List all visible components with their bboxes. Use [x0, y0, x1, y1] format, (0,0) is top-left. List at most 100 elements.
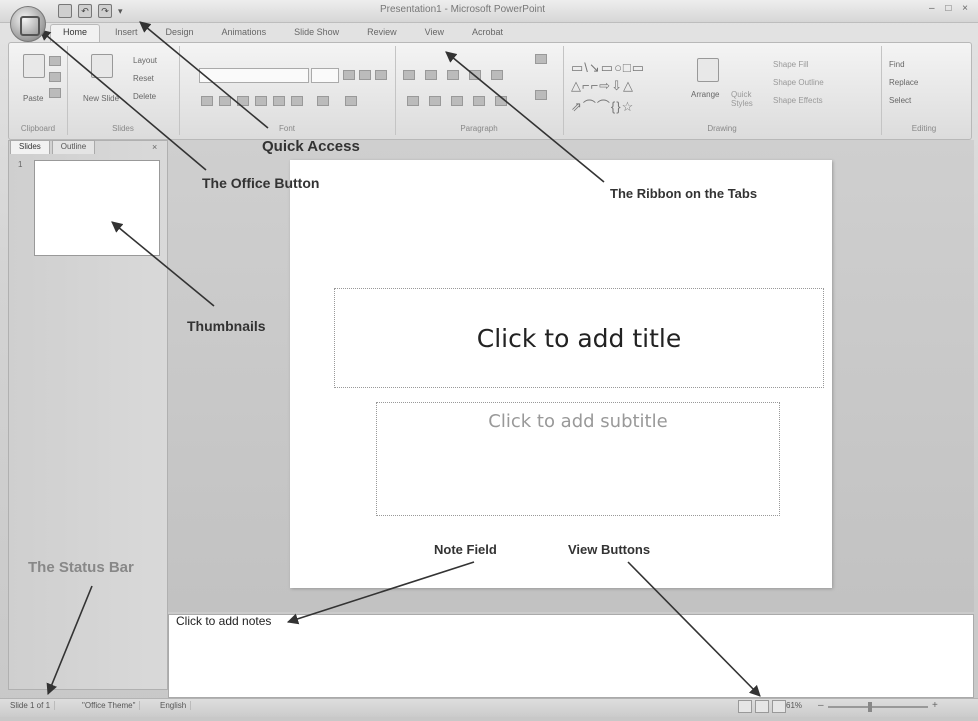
redo-icon[interactable]: ↷ — [98, 4, 112, 18]
ribbon-tabs: Home Insert Design Animations Slide Show… — [50, 24, 516, 42]
zoom-in-icon[interactable]: + — [932, 700, 938, 711]
align-right-icon[interactable] — [451, 96, 463, 106]
arrange-icon[interactable] — [697, 58, 719, 82]
tab-insert[interactable]: Insert — [102, 24, 151, 42]
tab-view[interactable]: View — [412, 24, 457, 42]
underline-icon[interactable] — [237, 96, 249, 106]
italic-icon[interactable] — [219, 96, 231, 106]
paragraph-label: Paragraph — [460, 124, 498, 133]
tab-slides[interactable]: Slides — [10, 140, 50, 154]
customize-icon[interactable]: ▾ — [118, 6, 123, 17]
slide-sorter-view-button[interactable] — [755, 700, 769, 713]
clipboard-label: Clipboard — [20, 124, 56, 133]
paragraph-group: Paragraph — [395, 46, 564, 135]
shape-effects-button[interactable]: Shape Effects — [773, 96, 823, 105]
reset-button[interactable]: Reset — [133, 74, 154, 83]
quick-styles-button[interactable]: Quick Styles — [731, 90, 761, 108]
change-case-icon[interactable] — [317, 96, 329, 106]
increase-indent-icon[interactable] — [469, 70, 481, 80]
shapes-gallery-row1[interactable]: ▭\↘▭○□▭ — [571, 60, 645, 76]
line-spacing-icon[interactable] — [491, 70, 503, 80]
undo-icon[interactable]: ↶ — [78, 4, 92, 18]
shapes-gallery-row3[interactable]: ⇗⌒⌒{}☆ — [571, 96, 634, 115]
smartart-icon[interactable] — [535, 90, 547, 100]
zoom-level[interactable]: 61% — [786, 701, 802, 710]
close-icon[interactable]: × — [152, 142, 157, 152]
clear-format-icon[interactable] — [375, 70, 387, 80]
zoom-slider-handle[interactable] — [868, 702, 872, 712]
annotation-ribbon: The Ribbon on the Tabs — [610, 186, 758, 201]
tab-design[interactable]: Design — [153, 24, 207, 42]
tab-outline[interactable]: Outline — [51, 140, 96, 154]
tab-acrobat[interactable]: Acrobat — [459, 24, 516, 42]
justify-icon[interactable] — [473, 96, 485, 106]
grow-font-icon[interactable] — [343, 70, 355, 80]
find-button[interactable]: Find — [889, 60, 905, 69]
cut-icon[interactable] — [49, 56, 61, 66]
font-label: Font — [278, 124, 295, 133]
zoom-slider[interactable] — [828, 706, 928, 708]
char-spacing-icon[interactable] — [291, 96, 303, 106]
format-painter-icon[interactable] — [49, 88, 61, 98]
ribbon: Paste Clipboard New Slide Layout Reset D… — [8, 42, 972, 140]
slide-thumbnail[interactable] — [34, 160, 160, 256]
tab-home[interactable]: Home — [50, 24, 101, 42]
notes-placeholder[interactable]: Click to add notes — [176, 614, 271, 628]
drawing-group: ▭\↘▭○□▭ △⌐⌐⇨⇩△ ⇗⌒⌒{}☆ Arrange Quick Styl… — [563, 46, 882, 135]
font-color-icon[interactable] — [345, 96, 357, 106]
office-logo-icon — [20, 16, 40, 36]
shape-fill-button[interactable]: Shape Fill — [773, 60, 809, 69]
notes-pane[interactable] — [168, 614, 974, 698]
zoom-out-icon[interactable]: – — [818, 700, 824, 711]
layout-button[interactable]: Layout — [133, 56, 157, 65]
annotation-quick-access: Quick Access — [262, 138, 360, 155]
drawing-label: Drawing — [707, 124, 737, 133]
delete-button[interactable]: Delete — [133, 92, 156, 101]
new-slide-icon[interactable] — [91, 54, 113, 78]
shrink-font-icon[interactable] — [359, 70, 371, 80]
window-controls[interactable]: – □ × — [929, 3, 972, 14]
bullets-icon[interactable] — [403, 70, 415, 80]
replace-button[interactable]: Replace — [889, 78, 918, 87]
select-button[interactable]: Select — [889, 96, 911, 105]
font-name-field[interactable] — [199, 68, 309, 83]
office-button[interactable] — [10, 6, 46, 42]
font-size-field[interactable] — [311, 68, 339, 83]
save-icon[interactable] — [58, 4, 72, 18]
quick-access-toolbar: ↶ ↷ ▾ — [58, 3, 123, 19]
language-indicator[interactable]: English — [156, 701, 192, 710]
tab-animations[interactable]: Animations — [209, 24, 280, 42]
slides-group: New Slide Layout Reset Delete Slides — [67, 46, 180, 135]
tab-slide-show[interactable]: Slide Show — [281, 24, 352, 42]
annotation-view-buttons: View Buttons — [568, 542, 651, 557]
arrange-button[interactable]: Arrange — [691, 90, 719, 99]
decrease-indent-icon[interactable] — [447, 70, 459, 80]
annotation-office-button: The Office Button — [202, 175, 320, 191]
text-direction-icon[interactable] — [535, 54, 547, 64]
shadow-icon[interactable] — [273, 96, 285, 106]
tab-review[interactable]: Review — [354, 24, 410, 42]
slides-label: Slides — [112, 124, 134, 133]
align-center-icon[interactable] — [429, 96, 441, 106]
view-buttons — [738, 700, 786, 713]
columns-icon[interactable] — [495, 96, 507, 106]
copy-icon[interactable] — [49, 72, 61, 82]
slide-info: Slide 1 of 1 — [6, 701, 56, 710]
clipboard-group: Paste Clipboard — [9, 46, 68, 135]
bold-icon[interactable] — [201, 96, 213, 106]
shape-outline-button[interactable]: Shape Outline — [773, 78, 824, 87]
slide-show-view-button[interactable] — [772, 700, 786, 713]
align-left-icon[interactable] — [407, 96, 419, 106]
normal-view-button[interactable] — [738, 700, 752, 713]
annotation-thumbnails: Thumbnails — [187, 318, 266, 334]
theme-name: "Office Theme" — [78, 701, 141, 710]
paste-icon[interactable] — [23, 54, 45, 78]
strikethrough-icon[interactable] — [255, 96, 267, 106]
shapes-gallery-row2[interactable]: △⌐⌐⇨⇩△ — [571, 78, 634, 94]
subtitle-placeholder[interactable]: Click to add subtitle — [376, 402, 780, 516]
new-slide-button[interactable]: New Slide — [83, 94, 121, 103]
title-placeholder[interactable]: Click to add title — [334, 288, 824, 388]
numbering-icon[interactable] — [425, 70, 437, 80]
annotation-note-field: Note Field — [434, 542, 497, 557]
paste-button[interactable]: Paste — [23, 94, 43, 103]
